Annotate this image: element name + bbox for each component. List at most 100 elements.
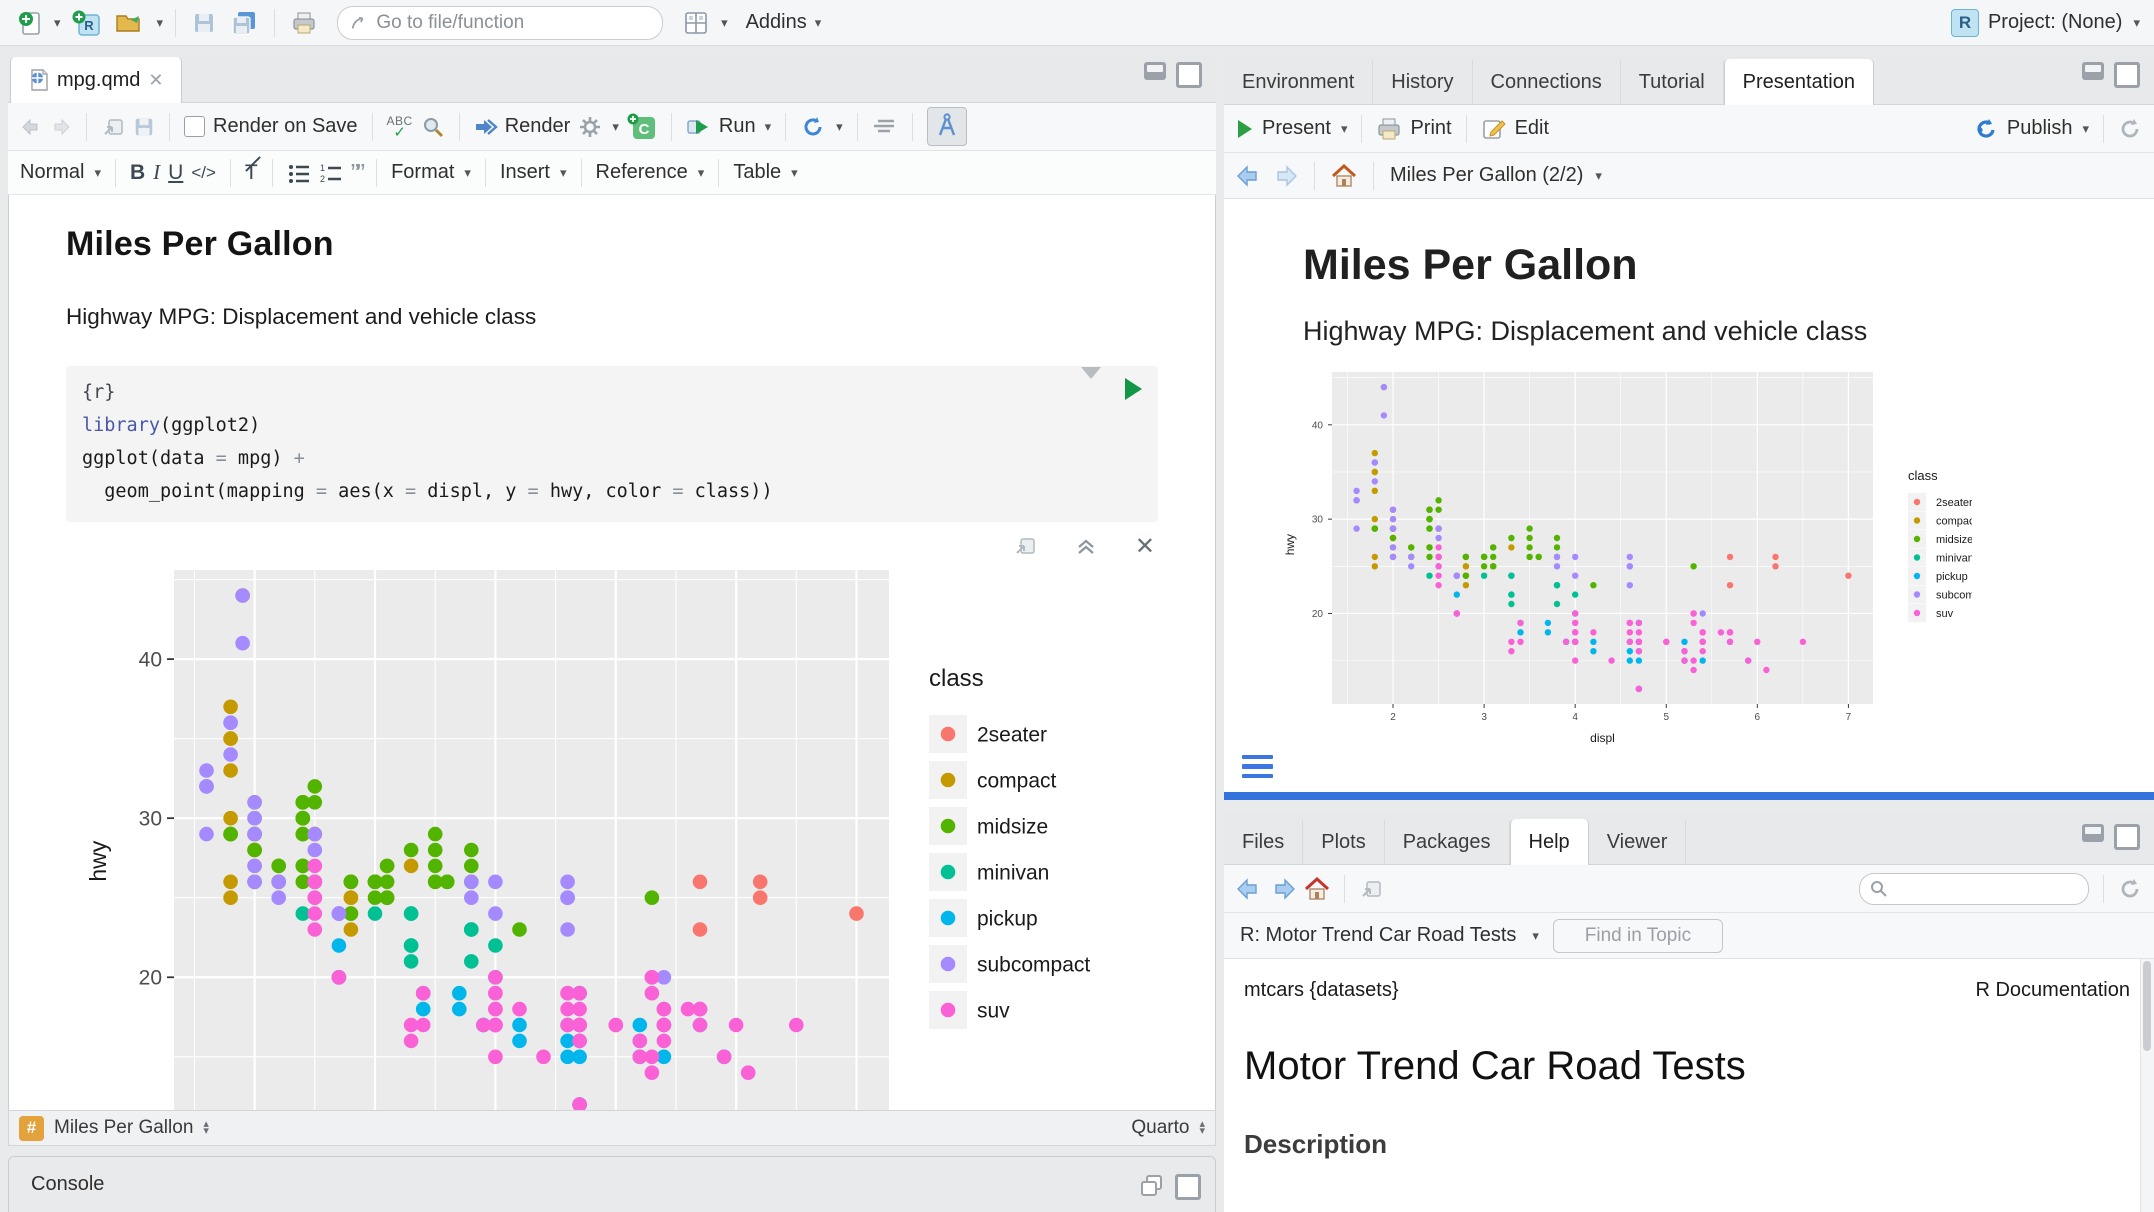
slide-location-selector[interactable]: Miles Per Gallon (2/2) — [1390, 164, 1583, 187]
maximize-console-icon[interactable] — [1175, 1174, 1201, 1200]
help-document[interactable]: mtcars {datasets} R Documentation Motor … — [1224, 959, 2154, 1212]
popout-icon[interactable] — [101, 116, 125, 138]
back-icon[interactable] — [1236, 878, 1262, 900]
underline-button[interactable]: U — [168, 161, 183, 185]
run-chunk-icon[interactable] — [1125, 378, 1142, 400]
format-menu[interactable]: Format — [391, 161, 454, 184]
rerun-icon[interactable] — [800, 115, 826, 139]
goto-file-input[interactable] — [374, 11, 650, 35]
home-icon[interactable] — [1331, 164, 1357, 188]
panel-layout-button[interactable] — [679, 6, 713, 40]
code-chunk-source[interactable]: {r}library(ggplot2)ggplot(data = mpg) + … — [82, 376, 1142, 508]
back-icon[interactable] — [20, 117, 42, 137]
maximize-pane-icon[interactable] — [1176, 62, 1202, 88]
forward-icon[interactable] — [1272, 165, 1298, 187]
forward-icon[interactable] — [1270, 878, 1296, 900]
gear-icon[interactable] — [578, 115, 602, 139]
document-canvas[interactable]: Miles Per Gallon Highway MPG: Displaceme… — [8, 195, 1216, 1110]
section-selector[interactable]: Miles Per Gallon — [54, 1117, 193, 1139]
topic-selector[interactable]: R: Motor Trend Car Road Tests — [1240, 924, 1516, 947]
tab-files[interactable]: Files — [1224, 820, 1303, 864]
find-in-topic-box[interactable] — [1553, 919, 1723, 953]
run-button[interactable]: Run ▾ — [686, 115, 771, 138]
tab-environment[interactable]: Environment — [1224, 60, 1373, 104]
back-icon[interactable] — [1236, 165, 1262, 187]
spellcheck-icon[interactable]: ABC ✓ — [387, 116, 413, 138]
addins-menu[interactable]: Addins — [746, 11, 807, 34]
render-on-save-checkbox[interactable] — [184, 116, 205, 137]
tab-presentation[interactable]: Presentation — [1724, 59, 1874, 105]
maximize-pane-icon[interactable] — [2114, 824, 2140, 850]
help-search-input[interactable] — [1894, 877, 2078, 900]
minimize-pane-icon[interactable] — [2082, 824, 2104, 842]
tab-plots[interactable]: Plots — [1303, 820, 1384, 864]
output-popout-icon[interactable] — [1013, 535, 1037, 557]
tab-mpg-qmd[interactable]: mpg.qmd ✕ — [10, 57, 182, 103]
publish-button[interactable]: Publish ▾ — [1973, 117, 2089, 141]
open-file-caret[interactable]: ▾ — [157, 15, 164, 31]
tab-viewer[interactable]: Viewer — [1589, 820, 1687, 864]
bullet-list-button[interactable] — [287, 163, 311, 183]
render-button[interactable]: Render — [474, 115, 571, 138]
rerun-caret[interactable]: ▾ — [836, 119, 843, 135]
forward-icon[interactable] — [50, 117, 72, 137]
visual-editor-toggle[interactable] — [927, 107, 967, 146]
maximize-pane-icon[interactable] — [2114, 62, 2140, 88]
save-button[interactable] — [188, 6, 220, 40]
insert-menu[interactable]: Insert — [500, 161, 550, 184]
insert-chunk-button[interactable]: C — [627, 113, 657, 141]
run-chunks-above-icon[interactable] — [1081, 379, 1103, 399]
project-menu[interactable]: R Project: (None) ▾ — [1951, 9, 2140, 37]
tab-help[interactable]: Help — [1510, 819, 1589, 865]
tab-packages[interactable]: Packages — [1385, 820, 1510, 864]
clear-format-button[interactable]: T — [245, 161, 258, 185]
paragraph-style-select[interactable]: Normal — [20, 161, 84, 184]
table-menu[interactable]: Table — [733, 161, 781, 184]
new-file-button[interactable] — [14, 6, 46, 40]
clear-output-icon[interactable]: ✕ — [1135, 532, 1155, 561]
tab-history[interactable]: History — [1373, 60, 1472, 104]
tab-close-icon[interactable]: ✕ — [148, 70, 163, 91]
print-presentation-button[interactable]: Print — [1376, 116, 1451, 142]
code-chunk[interactable]: {r}library(ggplot2)ggplot(data = mpg) + … — [66, 366, 1158, 522]
minimize-pane-icon[interactable] — [1144, 62, 1166, 80]
run-caret[interactable]: ▾ — [765, 119, 772, 135]
goto-file-search[interactable] — [337, 6, 663, 40]
refresh-icon[interactable] — [2118, 877, 2142, 901]
home-icon[interactable] — [1304, 877, 1330, 901]
help-search-box[interactable] — [1859, 873, 2089, 905]
collapse-output-icon[interactable] — [1075, 536, 1097, 556]
section-selector-arrows[interactable]: ▴▾ — [203, 1121, 209, 1135]
code-button[interactable]: </> — [191, 163, 216, 183]
new-project-button[interactable]: R — [67, 6, 105, 40]
help-scrollbar[interactable] — [2140, 959, 2154, 1212]
panel-layout-caret[interactable]: ▾ — [721, 15, 728, 31]
new-file-caret[interactable]: ▾ — [54, 15, 61, 31]
numbered-list-button[interactable]: 12 — [319, 163, 343, 183]
edit-presentation-button[interactable]: Edit — [1481, 117, 1549, 141]
print-button[interactable] — [287, 6, 321, 40]
refresh-icon[interactable] — [2118, 117, 2142, 141]
italic-button[interactable]: I — [153, 160, 160, 185]
tab-tutorial[interactable]: Tutorial — [1621, 60, 1724, 104]
blockquote-button[interactable]: ”” — [351, 166, 362, 180]
popout-icon[interactable] — [1359, 878, 1383, 900]
addins-caret[interactable]: ▾ — [815, 15, 822, 31]
open-file-button[interactable] — [111, 6, 149, 40]
search-icon[interactable] — [421, 115, 445, 139]
tab-connections[interactable]: Connections — [1473, 60, 1621, 104]
console-pane-header[interactable]: Console — [8, 1156, 1216, 1212]
find-in-topic-input[interactable] — [1566, 924, 1710, 948]
mode-selector-arrows[interactable]: ▴▾ — [1199, 1121, 1205, 1135]
minimize-pane-icon[interactable] — [2082, 62, 2104, 80]
restore-pane-icon[interactable] — [1139, 1174, 1165, 1198]
save-icon[interactable] — [133, 116, 155, 138]
reference-menu[interactable]: Reference — [596, 161, 688, 184]
save-all-button[interactable] — [226, 6, 262, 40]
render-options-caret[interactable]: ▾ — [612, 119, 619, 135]
mode-selector[interactable]: Quarto — [1131, 1117, 1189, 1139]
bold-button[interactable]: B — [130, 161, 145, 185]
present-button[interactable]: Present ▾ — [1236, 117, 1347, 140]
slide-menu-icon[interactable] — [1242, 755, 1273, 779]
outline-icon[interactable] — [872, 117, 898, 137]
